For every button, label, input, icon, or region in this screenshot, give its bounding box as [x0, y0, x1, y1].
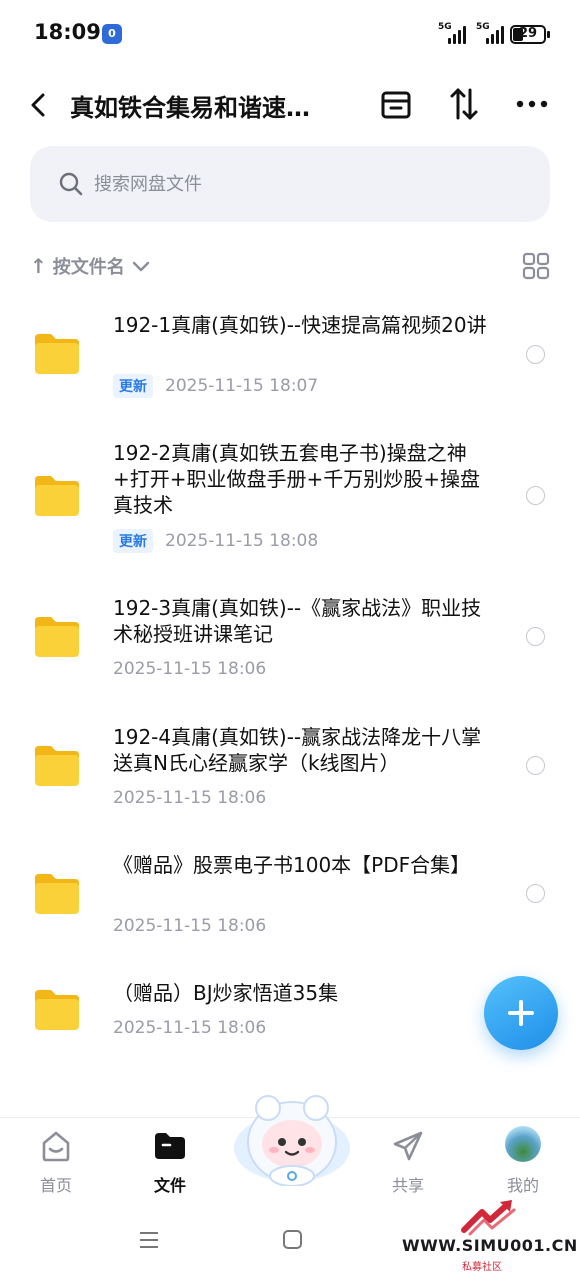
search-bar[interactable] [30, 146, 550, 222]
file-name: 192-4真庸(真如铁)--赢家战法降龙十八掌送真N氏心经赢家学（k线图片） [113, 725, 482, 775]
sort-control[interactable]: ↑ 按文件名 [30, 250, 151, 282]
send-icon [393, 1131, 423, 1161]
watermark-text: WWW.SIMU001.CN [402, 1236, 578, 1255]
watermark-subtext: 私募社区 [462, 1262, 502, 1273]
file-date: 2025-11-15 18:06 [113, 916, 267, 936]
nav-home[interactable]: 首页 [11, 1118, 101, 1208]
battery-level: 29 [519, 26, 538, 41]
select-radio[interactable] [526, 486, 545, 505]
file-meta: 2025-11-15 18:06 [113, 658, 266, 680]
list-item[interactable]: 192-4真庸(真如铁)--赢家战法降龙十八掌送真N氏心经赢家学（k线图片） 2… [0, 712, 580, 822]
file-date: 2025-11-15 18:06 [113, 788, 267, 808]
status-bar: 18:09 0 5G 5G 29 [0, 0, 580, 68]
watermark-logo-icon [461, 1200, 516, 1236]
file-meta: 更新 2025-11-15 18:07 [113, 374, 319, 398]
search-input[interactable] [94, 170, 494, 198]
sort-arrows-icon[interactable] [444, 84, 484, 124]
avatar [505, 1126, 541, 1162]
add-button[interactable] [484, 976, 558, 1050]
list-item[interactable]: 《赠品》股票电子书100本【PDF合集】 2025-11-15 18:06 [0, 840, 580, 950]
file-meta: 2025-11-15 18:06 [113, 915, 266, 937]
nav-share-label: 共享 [391, 1176, 424, 1195]
folder-icon [35, 617, 79, 657]
nav-me[interactable]: 我的 [478, 1118, 568, 1208]
folder-icon [35, 874, 79, 914]
file-meta: 2025-11-15 18:06 [113, 787, 266, 809]
select-radio[interactable] [526, 884, 545, 903]
select-radio[interactable] [526, 345, 545, 364]
page-title: 真如铁合集易和谐速… [70, 94, 310, 122]
folder-icon [35, 476, 79, 516]
app-header: 真如铁合集易和谐速… [0, 70, 580, 140]
file-name: （赠品）BJ炒家悟道35集 [113, 981, 339, 1005]
sort-up-arrow-icon: ↑ [30, 254, 47, 278]
file-date: 2025-11-15 18:06 [113, 659, 267, 679]
app-notification-icon: 0 [102, 24, 122, 44]
folder-icon [35, 334, 79, 374]
select-radio[interactable] [526, 627, 545, 646]
update-badge: 更新 [113, 529, 153, 553]
file-name: 192-3真庸(真如铁)--《赢家战法》职业技术秘授班讲课笔记 [113, 596, 482, 646]
list-item[interactable]: 192-2真庸(真如铁五套电子书)操盘之神+打开+职业做盘手册+千万别炒股+操盘… [0, 428, 580, 568]
file-date: 2025-11-15 18:07 [165, 376, 319, 396]
file-meta: 更新 2025-11-15 18:08 [113, 529, 319, 553]
file-name: 《赠品》股票电子书100本【PDF合集】 [113, 853, 471, 877]
home-square-icon[interactable] [281, 1228, 305, 1252]
file-date: 2025-11-15 18:06 [113, 1018, 267, 1038]
archive-box-icon[interactable] [376, 84, 416, 124]
select-radio[interactable] [526, 756, 545, 775]
nav-share[interactable]: 共享 [363, 1118, 453, 1208]
grid-view-icon[interactable] [522, 252, 550, 280]
nav-me-label: 我的 [506, 1176, 539, 1195]
folder-icon [35, 990, 79, 1030]
nav-home-label: 首页 [39, 1176, 72, 1195]
status-time: 18:09 [34, 20, 101, 44]
chevron-left-icon[interactable] [22, 88, 56, 122]
list-item[interactable]: 192-1真庸(真如铁)--快速提高篇视频20讲 更新 2025-11-15 1… [0, 300, 580, 418]
file-name: 192-1真庸(真如铁)--快速提高篇视频20讲 [113, 313, 487, 337]
file-name: 192-2真庸(真如铁五套电子书)操盘之神+打开+职业做盘手册+千万别炒股+操盘… [113, 441, 481, 517]
nav-files[interactable]: 文件 [125, 1118, 215, 1208]
nav-files-label: 文件 [153, 1176, 186, 1195]
file-date: 2025-11-15 18:08 [165, 531, 319, 551]
more-dots-icon[interactable] [512, 84, 552, 124]
search-icon [59, 172, 83, 196]
battery-icon: 29 [510, 25, 550, 44]
sort-label: 按文件名 [52, 257, 125, 278]
list-item[interactable]: 192-3真庸(真如铁)--《赢家战法》职业技术秘授班讲课笔记 2025-11-… [0, 583, 580, 693]
folder-icon [35, 746, 79, 786]
watermark: WWW.SIMU001.CN 私募社区 [402, 1196, 580, 1276]
chevron-down-icon [132, 261, 149, 272]
folder-icon [155, 1133, 185, 1159]
menu-icon[interactable] [137, 1228, 161, 1252]
update-badge: 更新 [113, 374, 153, 398]
file-meta: 2025-11-15 18:06 [113, 1017, 266, 1039]
mascot-astronaut-icon[interactable] [230, 1086, 354, 1186]
home-icon [42, 1131, 70, 1162]
